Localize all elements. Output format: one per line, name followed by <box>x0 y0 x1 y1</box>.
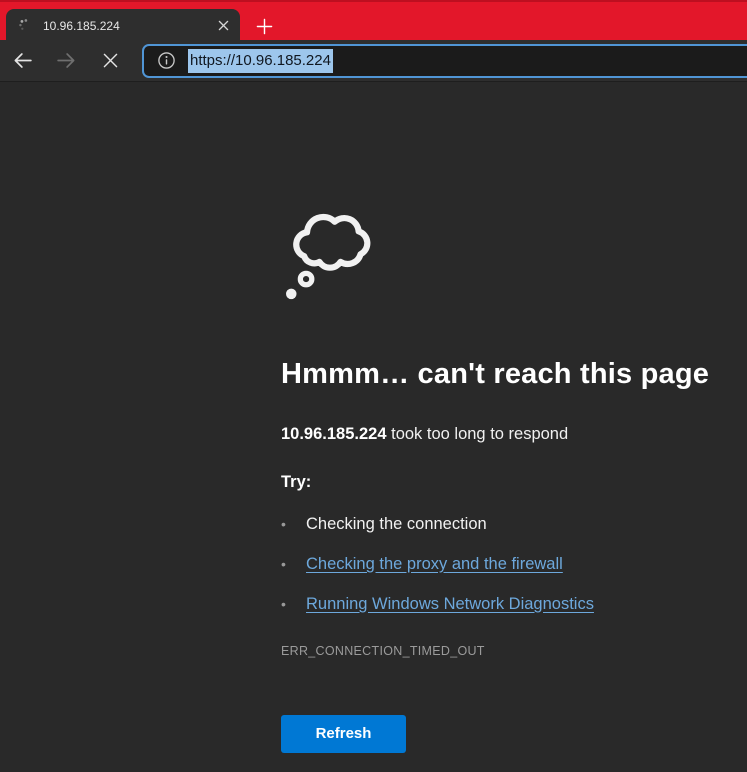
bullet-icon: • <box>281 553 306 575</box>
thought-cloud-icon <box>281 195 377 302</box>
suggestion-list: • Checking the connection • Checking the… <box>281 513 727 615</box>
browser-tab[interactable]: 10.96.185.224 <box>6 9 240 42</box>
bullet-icon: • <box>281 513 306 535</box>
error-subtitle-text: took too long to respond <box>387 425 569 443</box>
stop-x-icon <box>101 51 120 70</box>
new-tab-button[interactable] <box>251 13 277 39</box>
tab-title: 10.96.185.224 <box>43 19 214 33</box>
error-subtitle: 10.96.185.224 took too long to respond <box>281 423 727 445</box>
tab-close-icon[interactable] <box>214 17 232 35</box>
proxy-firewall-link[interactable]: Checking the proxy and the firewall <box>306 553 563 575</box>
error-code: ERR_CONNECTION_TIMED_OUT <box>281 644 727 658</box>
back-button[interactable] <box>0 43 44 79</box>
error-page: Hmmm… can't reach this page 10.96.185.22… <box>0 82 747 753</box>
try-label: Try: <box>281 471 727 493</box>
info-circle-icon <box>157 51 176 70</box>
site-info-button[interactable] <box>153 48 179 74</box>
refresh-button[interactable]: Refresh <box>281 715 406 753</box>
list-item: • Running Windows Network Diagnostics <box>281 593 727 615</box>
url-input[interactable]: https://10.96.185.224 <box>188 49 333 73</box>
network-diagnostics-link[interactable]: Running Windows Network Diagnostics <box>306 593 594 615</box>
forward-arrow-icon <box>56 50 77 71</box>
error-title: Hmmm… can't reach this page <box>281 356 727 394</box>
forward-button[interactable] <box>44 43 88 79</box>
address-bar[interactable]: https://10.96.185.224 <box>142 44 747 78</box>
list-item: • Checking the proxy and the firewall <box>281 553 727 575</box>
suggestion-text: Checking the connection <box>306 513 487 535</box>
bullet-icon: • <box>281 593 306 615</box>
list-item: • Checking the connection <box>281 513 727 535</box>
error-host: 10.96.185.224 <box>281 425 387 443</box>
loading-spinner-icon <box>18 18 33 33</box>
stop-button[interactable] <box>88 43 132 79</box>
back-arrow-icon <box>12 50 33 71</box>
browser-toolbar: https://10.96.185.224 <box>0 40 747 82</box>
tab-strip: 10.96.185.224 <box>0 0 747 40</box>
